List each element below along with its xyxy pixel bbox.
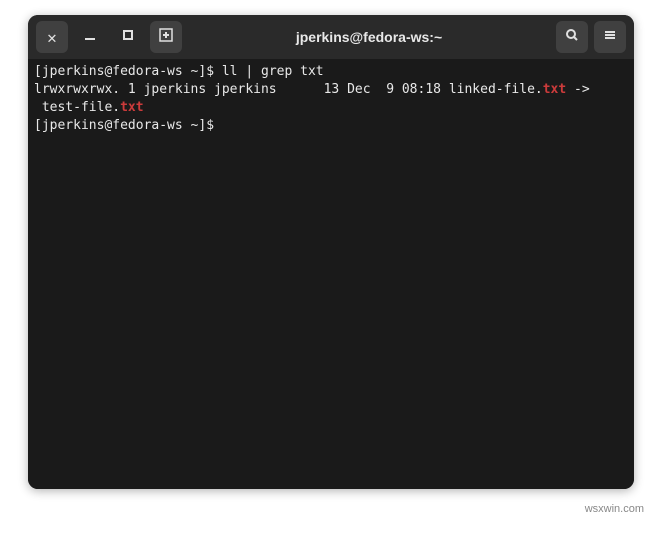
prompt-dollar: $ xyxy=(206,118,222,133)
ls-output-perms: lrwxrwxrwx. 1 jperkins jperkins 13 Dec 9… xyxy=(34,82,543,97)
titlebar: ✕ jperkins@fedora-ws:~ xyxy=(28,15,634,59)
close-icon: ✕ xyxy=(47,28,57,47)
prompt-dollar: $ xyxy=(206,64,222,79)
symlink-arrow: -> xyxy=(566,82,589,97)
titlebar-left-controls: ✕ xyxy=(36,21,182,53)
command-text: ll | grep txt xyxy=(222,64,324,79)
new-tab-button[interactable] xyxy=(150,21,182,53)
prompt-user-host: jperkins@fedora-ws ~ xyxy=(42,64,199,79)
window-title: jperkins@fedora-ws:~ xyxy=(188,29,550,45)
titlebar-right-controls xyxy=(556,21,626,53)
terminal-content[interactable]: [jperkins@fedora-ws ~]$ ll | grep txtlrw… xyxy=(28,59,634,489)
watermark: wsxwin.com xyxy=(585,503,644,515)
prompt-user-host: jperkins@fedora-ws ~ xyxy=(42,118,199,133)
terminal-line-1: [jperkins@fedora-ws ~]$ ll | grep txt xyxy=(34,63,628,81)
maximize-button[interactable] xyxy=(112,21,144,53)
prompt-bracket-open: [ xyxy=(34,64,42,79)
minimize-button[interactable] xyxy=(74,21,106,53)
hamburger-icon xyxy=(602,27,618,47)
grep-match: txt xyxy=(120,100,143,115)
maximize-icon xyxy=(120,27,136,47)
prompt-bracket-open: [ xyxy=(34,118,42,133)
terminal-line-2: lrwxrwxrwx. 1 jperkins jperkins 13 Dec 9… xyxy=(34,81,628,99)
terminal-line-4: [jperkins@fedora-ws ~]$ xyxy=(34,117,628,135)
search-button[interactable] xyxy=(556,21,588,53)
minimize-icon xyxy=(82,27,98,47)
menu-button[interactable] xyxy=(594,21,626,53)
close-button[interactable]: ✕ xyxy=(36,21,68,53)
symlink-target-prefix: test-file. xyxy=(34,100,120,115)
search-icon xyxy=(564,27,580,47)
terminal-line-3: test-file.txt xyxy=(34,99,628,117)
grep-match: txt xyxy=(543,82,566,97)
new-tab-icon xyxy=(158,27,174,47)
terminal-window: ✕ jperkins@fedora-ws:~ xyxy=(28,15,634,489)
